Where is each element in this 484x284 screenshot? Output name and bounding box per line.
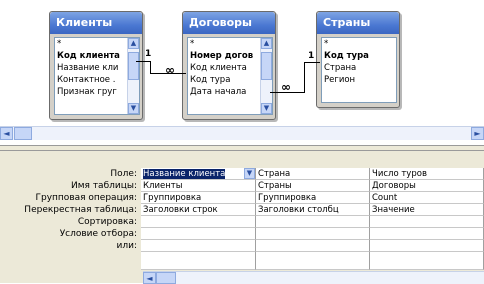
grid-cell-or[interactable]	[141, 240, 256, 252]
row-label-or: или:	[116, 241, 137, 251]
grid-cell-crosstab[interactable]: Заголовки столбц	[256, 204, 370, 216]
vertical-scrollbar[interactable]: ▲ ▼	[260, 38, 272, 114]
grid-cell-empty[interactable]	[370, 252, 484, 270]
grid-cell-criteria[interactable]	[141, 228, 256, 240]
field-item[interactable]: Страна	[322, 62, 396, 74]
row-label-sort: Сортировка:	[77, 217, 137, 227]
scroll-left-icon[interactable]: ◄	[143, 272, 156, 284]
grid-horizontal-scrollbar[interactable]: ◄	[143, 271, 484, 284]
field-list[interactable]: * Номер догов Код клиента Код тура Дата …	[187, 37, 273, 115]
grid-cell-total[interactable]: Группировка	[141, 192, 256, 204]
relation-one-label: 1	[308, 51, 315, 61]
table-title[interactable]: Клиенты	[50, 12, 142, 34]
grid-cell-sort[interactable]	[141, 216, 256, 228]
grid-cell-criteria[interactable]	[370, 228, 484, 240]
grid-cell-or[interactable]	[256, 240, 370, 252]
grid-cell-criteria[interactable]	[256, 228, 370, 240]
table-window-countries[interactable]: Страны * Код тура Страна Регион	[316, 11, 400, 108]
relation-one-label: 1	[145, 49, 152, 59]
grid-cell-empty[interactable]	[141, 252, 256, 270]
row-label-criteria: Условие отбора:	[59, 229, 137, 239]
grid-cell-table[interactable]: Страны	[256, 180, 370, 192]
field-list[interactable]: * Код клиента Название кли Контактное . …	[54, 37, 140, 115]
relationship-line	[136, 61, 150, 62]
grid-cell-or[interactable]	[370, 240, 484, 252]
scroll-left-icon[interactable]: ◄	[0, 127, 13, 140]
relationship-line	[304, 62, 320, 63]
field-item[interactable]: Регион	[322, 74, 396, 86]
row-label-crosstab: Перекрестная таблица:	[24, 205, 137, 215]
scroll-down-icon[interactable]: ▼	[128, 103, 139, 114]
grid-cell-crosstab[interactable]: Заголовки строк	[141, 204, 256, 216]
relationship-line	[150, 61, 151, 73]
vertical-scrollbar[interactable]: ▲ ▼	[127, 38, 139, 114]
scroll-up-icon[interactable]: ▲	[261, 38, 272, 49]
relationship-line	[304, 62, 305, 93]
grid-cell-sort[interactable]	[256, 216, 370, 228]
field-item-key[interactable]: Код тура	[322, 50, 396, 62]
grid-cell-empty[interactable]	[256, 252, 370, 270]
grid-cell-total[interactable]: Группировка	[256, 192, 370, 204]
grid-cell-sort[interactable]	[370, 216, 484, 228]
cell-text: Название клиента	[143, 169, 226, 179]
scroll-thumb[interactable]	[128, 52, 139, 80]
table-window-contracts[interactable]: Договоры * Номер догов Код клиента Код т…	[182, 11, 276, 120]
scroll-right-icon[interactable]: ►	[471, 127, 484, 140]
relationship-pane: Клиенты * Код клиента Название кли Конта…	[0, 0, 484, 145]
relation-many-label: ∞	[281, 80, 291, 94]
grid-cell-total[interactable]: Count	[370, 192, 484, 204]
grid-cell-table[interactable]: Договоры	[370, 180, 484, 192]
scroll-down-icon[interactable]: ▼	[261, 103, 272, 114]
horizontal-scrollbar[interactable]: ◄ ►	[0, 126, 484, 140]
scroll-thumb[interactable]	[156, 272, 176, 284]
dropdown-arrow-icon[interactable]: ▼	[244, 168, 255, 179]
relation-many-label: ∞	[165, 63, 175, 77]
grid-cell-field[interactable]: Название клиента ▼	[141, 168, 256, 180]
field-list[interactable]: * Код тура Страна Регион	[321, 37, 397, 103]
grid-cell-field[interactable]: Число туров	[370, 168, 484, 180]
row-label-table: Имя таблицы:	[71, 181, 137, 191]
table-title[interactable]: Страны	[317, 12, 399, 34]
scroll-up-icon[interactable]: ▲	[128, 38, 139, 49]
table-window-clients[interactable]: Клиенты * Код клиента Название кли Конта…	[49, 11, 143, 120]
table-title[interactable]: Договоры	[183, 12, 275, 34]
grid-cell-table[interactable]: Клиенты	[141, 180, 256, 192]
row-label-total: Групповая операция:	[35, 193, 137, 203]
field-item[interactable]: *	[322, 38, 396, 50]
scroll-thumb[interactable]	[14, 127, 32, 140]
design-grid: Поле: Имя таблицы: Групповая операция: П…	[0, 151, 484, 283]
grid-cell-crosstab[interactable]: Значение	[370, 204, 484, 216]
row-label-field: Поле:	[110, 169, 137, 179]
scroll-thumb[interactable]	[261, 52, 272, 80]
grid-cell-field[interactable]: Страна	[256, 168, 370, 180]
